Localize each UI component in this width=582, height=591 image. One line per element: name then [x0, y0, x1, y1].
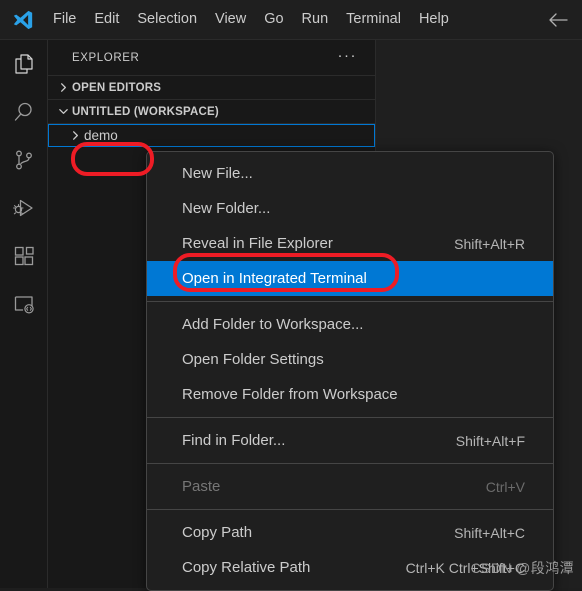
menu-item-label: Copy Relative Path: [182, 559, 311, 576]
menu-item-new-folder[interactable]: New Folder...: [147, 191, 553, 226]
menu-item-add-folder-to-workspace[interactable]: Add Folder to Workspace...: [147, 307, 553, 342]
page-title: EXPLORER: [72, 51, 140, 64]
menu-item-label: Copy Path: [182, 524, 253, 541]
sidebar-section-untitled-workspace[interactable]: UNTITLED (WORKSPACE): [48, 99, 375, 123]
tree-item-demo[interactable]: demo: [48, 124, 375, 147]
menu-item-keybinding: Ctrl+V: [485, 478, 525, 495]
menu-item-label: Open Folder Settings: [182, 351, 324, 368]
remote-explorer-icon[interactable]: [0, 280, 47, 328]
menubar-item-file[interactable]: File: [44, 7, 85, 32]
menu-item-keybinding: Shift+Alt+F: [455, 432, 525, 449]
menubar-item-edit[interactable]: Edit: [85, 7, 128, 32]
file-tree: demo: [48, 123, 375, 147]
chevron-down-icon: [54, 106, 72, 117]
sidebar-section-open-editors[interactable]: OPEN EDITORS: [48, 75, 375, 99]
extensions-icon[interactable]: [0, 232, 47, 280]
source-control-icon[interactable]: [0, 136, 47, 184]
watermark: CSDN @段鸿潭: [470, 560, 574, 576]
search-icon[interactable]: [0, 88, 47, 136]
arrow-left-icon[interactable]: [546, 9, 570, 31]
sidebar-section-label: OPEN EDITORS: [72, 81, 162, 94]
menu-item-remove-folder-from-workspace[interactable]: Remove Folder from Workspace: [147, 377, 553, 412]
menu-item-label: Remove Folder from Workspace: [182, 386, 398, 403]
menu-item-open-in-integrated-terminal[interactable]: Open in Integrated Terminal: [147, 261, 553, 296]
menubar-item-run[interactable]: Run: [293, 7, 338, 32]
menu-item-find-in-folder[interactable]: Find in Folder... Shift+Alt+F: [147, 423, 553, 458]
menubar-item-go[interactable]: Go: [255, 7, 292, 32]
menu-separator: [147, 417, 553, 418]
menubar-item-selection[interactable]: Selection: [128, 7, 206, 32]
sidebar-section-label: UNTITLED (WORKSPACE): [72, 105, 219, 118]
menu-item-label: Find in Folder...: [182, 432, 286, 449]
menu-item-label: Add Folder to Workspace...: [182, 316, 364, 333]
context-menu: New File... New Folder... Reveal in File…: [146, 151, 554, 591]
menu-item-open-folder-settings[interactable]: Open Folder Settings: [147, 342, 553, 377]
menu-separator: [147, 463, 553, 464]
more-actions-icon[interactable]: ···: [338, 48, 358, 63]
menu-item-keybinding: Shift+Alt+C: [454, 524, 525, 541]
menubar-item-terminal[interactable]: Terminal: [337, 7, 410, 32]
menu-item-label: Open in Integrated Terminal: [182, 270, 367, 287]
menu-separator: [147, 301, 553, 302]
menu-item-new-file[interactable]: New File...: [147, 156, 553, 191]
menu-item-copy-path[interactable]: Copy Path Shift+Alt+C: [147, 515, 553, 550]
chevron-right-icon: [67, 130, 84, 141]
activity-bar: [0, 40, 48, 588]
explorer-title-bar: EXPLORER ···: [48, 40, 375, 75]
vscode-logo-icon: [6, 0, 40, 40]
menu-item-label: New File...: [182, 165, 253, 182]
run-and-debug-icon[interactable]: [0, 184, 47, 232]
title-bar: File Edit Selection View Go Run Terminal…: [0, 0, 582, 40]
menu-item-paste: Paste Ctrl+V: [147, 469, 553, 504]
menubar-item-view[interactable]: View: [206, 7, 255, 32]
files-explorer-icon[interactable]: [0, 40, 47, 88]
menu-item-label: New Folder...: [182, 200, 271, 217]
tree-item-label: demo: [84, 128, 118, 143]
menu-item-label: Reveal in File Explorer: [182, 235, 333, 252]
menu-item-label: Paste: [182, 478, 221, 495]
menu-bar: File Edit Selection View Go Run Terminal…: [44, 7, 458, 32]
menubar-item-help[interactable]: Help: [410, 7, 458, 32]
menu-item-reveal-in-file-explorer[interactable]: Reveal in File Explorer Shift+Alt+R: [147, 226, 553, 261]
menu-item-keybinding: Shift+Alt+R: [454, 235, 525, 252]
menu-separator: [147, 509, 553, 510]
chevron-right-icon: [54, 82, 72, 93]
